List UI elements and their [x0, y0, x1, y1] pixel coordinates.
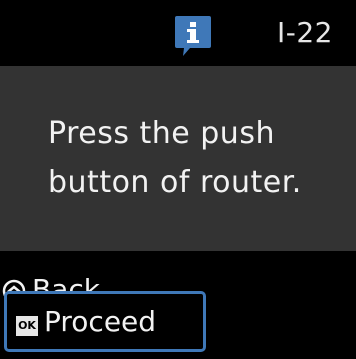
- error-code: I-22: [277, 16, 333, 49]
- status-bar: I-22: [0, 0, 356, 66]
- ok-badge: OK: [16, 316, 38, 336]
- message-panel: Press the push button of router.: [0, 66, 356, 251]
- message-line-2: button of router.: [48, 165, 302, 200]
- message-line-1: Press the push: [48, 116, 275, 151]
- proceed-button[interactable]: OK Proceed: [4, 291, 206, 352]
- action-area: Back OK Proceed: [0, 251, 356, 359]
- proceed-label: Proceed: [44, 305, 157, 338]
- info-icon: [175, 16, 211, 56]
- printer-lcd-screen: I-22 Press the push button of router. Ba…: [0, 0, 356, 359]
